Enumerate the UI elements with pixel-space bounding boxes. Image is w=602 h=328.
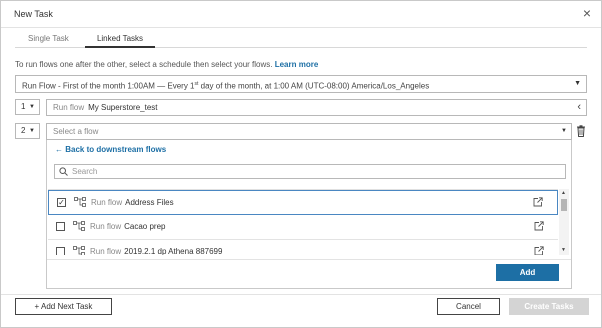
learn-more-link[interactable]: Learn more bbox=[275, 60, 319, 69]
dialog-title: New Task bbox=[14, 9, 53, 19]
task-number: 1 bbox=[21, 102, 26, 111]
item-label: Run flow Address Files bbox=[91, 198, 174, 207]
schedule-select[interactable]: Run Flow - First of the month 1:00AM — E… bbox=[15, 75, 587, 93]
schedule-value-prefix: Run Flow - First of the month 1:00AM — E… bbox=[22, 81, 195, 91]
flow-icon bbox=[73, 246, 85, 255]
flow-icon bbox=[74, 197, 86, 207]
checkbox[interactable] bbox=[56, 222, 65, 231]
divider bbox=[47, 259, 571, 260]
list-item[interactable]: Run flow 2019.2.1 dp Athena 887699 bbox=[48, 240, 558, 255]
scroll-up-icon[interactable]: ▲ bbox=[561, 190, 566, 196]
select-flow-placeholder: Select a flow bbox=[53, 127, 99, 136]
search-icon bbox=[59, 167, 68, 176]
chevron-down-icon: ▼ bbox=[29, 128, 35, 134]
trash-icon[interactable] bbox=[576, 125, 586, 137]
task-row-1[interactable]: Run flow My Superstore_test ‹ bbox=[46, 99, 587, 116]
open-external-icon[interactable] bbox=[533, 197, 543, 207]
item-label: Run flow 2019.2.1 dp Athena 887699 bbox=[90, 247, 222, 255]
add-button[interactable]: Add bbox=[496, 264, 559, 281]
add-next-task-button[interactable]: + Add Next Task bbox=[15, 298, 112, 315]
checkbox-checked[interactable]: ✓ bbox=[57, 198, 66, 207]
intro-description: To run flows one after the other, select… bbox=[15, 60, 273, 69]
chevron-down-icon: ▼ bbox=[29, 104, 35, 110]
chevron-down-icon: ▼ bbox=[574, 80, 581, 87]
divider bbox=[1, 294, 601, 295]
new-task-dialog: New Task × Single Task Linked Tasks To r… bbox=[0, 0, 602, 328]
tab-single-task[interactable]: Single Task bbox=[28, 34, 69, 48]
task-prefix: Run flow bbox=[53, 103, 85, 112]
flow-picker-panel: ← Back to downstream flows ✓ Run flowAdd… bbox=[46, 140, 572, 289]
task-order-select-2[interactable]: 2 ▼ bbox=[15, 123, 40, 139]
item-name: 2019.2.1 dp Athena 887699 bbox=[124, 247, 223, 255]
open-external-icon[interactable] bbox=[534, 221, 544, 231]
search-input[interactable] bbox=[54, 164, 566, 179]
tab-bar: Single Task Linked Tasks bbox=[15, 34, 587, 48]
item-prefix: Run flow bbox=[91, 198, 123, 207]
create-tasks-button[interactable]: Create Tasks bbox=[509, 298, 589, 315]
chevron-down-icon: ▼ bbox=[561, 128, 567, 134]
list-scrollbar[interactable]: ▲ ▼ bbox=[559, 189, 569, 255]
task-flow-name: My Superstore_test bbox=[88, 103, 158, 112]
select-flow-dropdown[interactable]: Select a flow ▼ bbox=[46, 123, 572, 140]
list-item[interactable]: ✓ Run flow Address Files bbox=[48, 190, 558, 215]
scroll-down-icon[interactable]: ▼ bbox=[561, 247, 566, 253]
schedule-value-suffix: day of the month, at 1:00 AM (UTC-08:00)… bbox=[198, 81, 430, 91]
scrollbar-thumb[interactable] bbox=[561, 199, 567, 211]
tab-linked-tasks[interactable]: Linked Tasks bbox=[85, 34, 155, 48]
open-external-icon[interactable] bbox=[534, 246, 544, 255]
task-order-select-1[interactable]: 1 ▼ bbox=[15, 99, 40, 115]
flow-list: ✓ Run flow Address Files Run flow Cacao … bbox=[48, 189, 558, 255]
item-name: Address Files bbox=[125, 198, 174, 207]
task-number: 2 bbox=[21, 126, 26, 135]
item-name: Cacao prep bbox=[124, 222, 166, 231]
back-to-downstream-link[interactable]: ← Back to downstream flows bbox=[55, 145, 166, 154]
checkbox[interactable] bbox=[56, 247, 65, 255]
item-prefix: Run flow bbox=[90, 247, 122, 255]
chevron-left-icon[interactable]: ‹ bbox=[577, 100, 581, 115]
close-icon[interactable]: × bbox=[583, 6, 591, 20]
item-prefix: Run flow bbox=[90, 222, 122, 231]
intro-text: To run flows one after the other, select… bbox=[15, 60, 318, 69]
flow-icon bbox=[73, 221, 85, 231]
arrow-left-icon: ← bbox=[55, 145, 63, 154]
title-bar: New Task × bbox=[1, 1, 601, 28]
cancel-button[interactable]: Cancel bbox=[437, 298, 500, 315]
back-label: Back to downstream flows bbox=[65, 145, 167, 154]
item-label: Run flow Cacao prep bbox=[90, 222, 165, 231]
list-item[interactable]: Run flow Cacao prep bbox=[48, 215, 558, 240]
